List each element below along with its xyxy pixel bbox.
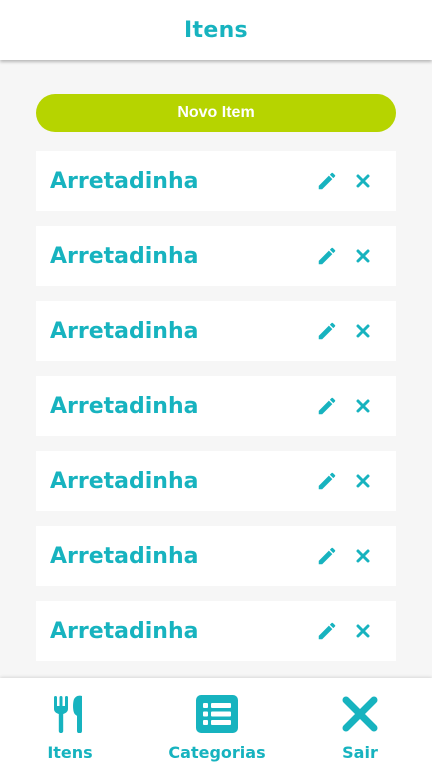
delete-button[interactable]: [350, 468, 376, 494]
nav-icon-wrap: [341, 694, 379, 734]
close-icon: [356, 324, 370, 338]
edit-button[interactable]: [314, 393, 340, 419]
nav-label-itens: Itens: [47, 743, 93, 762]
delete-button[interactable]: [350, 618, 376, 644]
list-item: Arretadinha: [36, 376, 396, 436]
pencil-icon: [318, 322, 336, 340]
nav-item-sair[interactable]: Sair: [325, 678, 395, 768]
list-item: Arretadinha: [36, 451, 396, 511]
delete-button[interactable]: [350, 393, 376, 419]
item-name: Arretadinha: [50, 243, 199, 269]
nav-label-sair: Sair: [342, 743, 378, 762]
close-icon: [342, 696, 378, 732]
utensils-icon: [54, 695, 82, 733]
item-name: Arretadinha: [50, 618, 199, 644]
edit-button[interactable]: [314, 618, 340, 644]
delete-button[interactable]: [350, 243, 376, 269]
close-icon: [356, 249, 370, 263]
close-icon: [356, 174, 370, 188]
pencil-icon: [318, 622, 336, 640]
list-item: Arretadinha: [36, 151, 396, 211]
item-name: Arretadinha: [50, 468, 199, 494]
edit-button[interactable]: [314, 318, 340, 344]
app-bar: Itens: [0, 0, 432, 60]
list-item: Arretadinha: [36, 601, 396, 661]
item-name: Arretadinha: [50, 543, 199, 569]
edit-button[interactable]: [314, 468, 340, 494]
item-name: Arretadinha: [50, 393, 199, 419]
nav-item-itens[interactable]: Itens: [30, 678, 110, 768]
edit-button[interactable]: [314, 168, 340, 194]
delete-button[interactable]: [350, 168, 376, 194]
list-item: Arretadinha: [36, 301, 396, 361]
close-icon: [356, 474, 370, 488]
nav-item-categorias[interactable]: Categorias: [157, 678, 277, 768]
nav-icon-wrap: [196, 694, 238, 734]
item-name: Arretadinha: [50, 168, 199, 194]
page-title: Itens: [184, 17, 248, 43]
nav-label-categorias: Categorias: [168, 743, 266, 762]
pencil-icon: [318, 247, 336, 265]
list-icon: [196, 695, 238, 733]
edit-button[interactable]: [314, 243, 340, 269]
nav-icon-wrap: [52, 694, 88, 734]
close-icon: [356, 549, 370, 563]
delete-button[interactable]: [350, 543, 376, 569]
edit-button[interactable]: [314, 543, 340, 569]
bottom-nav: Itens Categorias Sair: [0, 678, 432, 768]
new-item-button[interactable]: Novo Item: [36, 94, 396, 132]
items-content: Novo Item Arretadinha Arretadinha Arreta…: [0, 62, 432, 678]
list-item: Arretadinha: [36, 226, 396, 286]
list-item: Arretadinha: [36, 526, 396, 586]
pencil-icon: [318, 547, 336, 565]
close-icon: [356, 399, 370, 413]
item-name: Arretadinha: [50, 318, 199, 344]
close-icon: [356, 624, 370, 638]
pencil-icon: [318, 472, 336, 490]
pencil-icon: [318, 397, 336, 415]
pencil-icon: [318, 172, 336, 190]
items-list: Arretadinha Arretadinha Arretadinha Arre…: [36, 151, 396, 676]
delete-button[interactable]: [350, 318, 376, 344]
